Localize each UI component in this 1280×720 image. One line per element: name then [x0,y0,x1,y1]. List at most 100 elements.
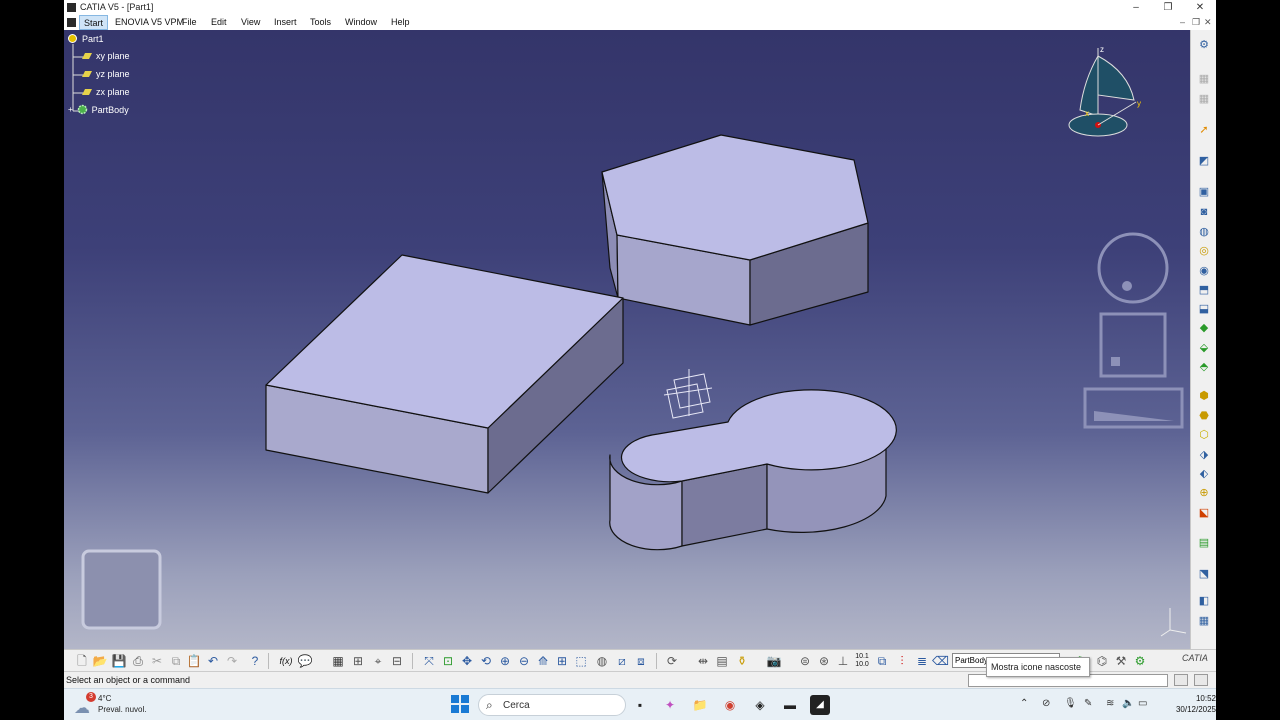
measure-between-icon[interactable]: ⊜ [797,653,813,669]
save-icon[interactable]: 💾 [111,653,127,669]
dimension-icon[interactable]: ⫶ [894,653,910,669]
cut-icon[interactable]: ✂ [149,653,165,669]
groove-icon[interactable]: ◎ [1197,244,1211,258]
thickness-icon[interactable]: ⬣ [1197,409,1211,423]
constraint-icon[interactable]: ⧉ [874,653,890,669]
copy-icon[interactable]: ⧉ [168,653,184,669]
maximize-button[interactable]: ❐ [1152,0,1184,15]
table-icon[interactable]: ▦ [330,653,346,669]
sketch-tools-icon[interactable]: ▤ [714,653,730,669]
rotate-view-icon[interactable]: ⟲ [478,653,494,669]
measure-item-icon[interactable]: ⊛ [816,653,832,669]
translate-icon[interactable]: ⬖ [1197,467,1211,481]
swap-space-icon[interactable]: ⧈ [633,653,649,669]
chrome-icon[interactable]: ◉ [720,695,740,715]
measure-inertia-icon[interactable]: ⊥ [835,653,851,669]
select-icon[interactable]: ➚ [1197,123,1211,137]
update-icon[interactable]: ⟳ [664,653,680,669]
tray-overflow-icon[interactable]: ⌃ [1020,698,1028,709]
rib-icon[interactable]: ⬒ [1197,283,1211,297]
shell-icon[interactable]: ⬢ [1197,389,1211,403]
apply-material-icon[interactable]: ⚱ [734,653,750,669]
task-view-icon[interactable]: ▪ [630,695,650,715]
draft-icon[interactable]: ⬘ [1197,360,1211,374]
menu-insert[interactable]: Insert [274,17,297,27]
print-icon[interactable]: ⎙ [130,653,146,669]
boolean-icon[interactable]: ◧ [1197,594,1211,608]
hexagon-prism[interactable] [601,134,869,326]
scale-icon[interactable]: ⬔ [1197,567,1211,581]
undo-icon[interactable]: ↶ [205,653,221,669]
scale-values-icon[interactable]: 10.1 10.0 [854,653,870,669]
specification-overview[interactable] [81,549,162,630]
hide-show-icon[interactable]: ⧄ [614,653,630,669]
isometric-view-icon[interactable]: ⬚ [573,653,589,669]
zoom-out-icon[interactable]: ⊖ [516,653,532,669]
catalog-icon[interactable]: ⊞ [350,653,366,669]
doc-minimize-button[interactable]: – [1180,17,1185,27]
view-controls[interactable] [1083,232,1184,429]
tools-icon[interactable]: ⚒ [1113,653,1129,669]
menu-file[interactable]: File [182,17,197,27]
menu-start[interactable]: Start [79,15,109,30]
formula-icon[interactable]: f(x) [278,653,294,669]
rotate-icon[interactable]: ⊕ [1197,486,1211,500]
sketch2-disabled-icon[interactable]: ▦ [1197,92,1211,106]
expand-icon[interactable]: + [68,105,73,114]
fillet-icon[interactable]: ◆ [1197,321,1211,335]
file-explorer-icon[interactable]: 📁 [690,695,710,715]
normal-view-icon[interactable]: ⟰ [535,653,551,669]
analysis-icon[interactable]: ⊟ [389,653,405,669]
redo-icon[interactable]: ↷ [224,653,240,669]
macro-icon[interactable]: ⌬ [1094,653,1110,669]
volume-icon[interactable]: 🔈 [1122,698,1134,709]
app-icon[interactable]: ◈ [750,695,770,715]
whats-this-icon[interactable]: ? [247,653,263,669]
minimize-button[interactable]: – [1120,0,1152,15]
close-button[interactable]: ✕ [1184,0,1216,15]
tree-item-zx-plane[interactable]: zx plane [82,87,130,97]
clock[interactable]: 10:52 30/12/2025 [1158,693,1216,715]
remove-face-icon[interactable]: ⬗ [1197,448,1211,462]
mirror-icon[interactable]: ⬕ [1197,506,1211,520]
catia-taskbar-icon[interactable]: ◢ [810,695,830,715]
battery-icon[interactable]: ▭ [1138,698,1147,709]
pocket-icon[interactable]: ◙ [1197,205,1211,219]
menu-edit[interactable]: Edit [211,17,227,27]
keyhole-extrusion[interactable] [609,389,897,551]
paste-icon[interactable]: 📋 [186,653,202,669]
axis-system-marker[interactable] [663,369,713,419]
rectangular-block[interactable] [265,254,624,494]
sketcher-icon[interactable]: ◩ [1197,154,1211,168]
hole-icon[interactable]: ◉ [1197,264,1211,278]
doc-close-button[interactable]: ✕ [1204,17,1212,28]
doc-restore-button[interactable]: ❐ [1192,17,1200,28]
settings-icon[interactable]: ⚙ [1197,38,1211,52]
menu-view[interactable]: View [241,17,260,27]
microphone-icon[interactable]: 🎙 [1064,698,1077,709]
chamfer-icon[interactable]: ⬙ [1197,341,1211,355]
wifi-icon[interactable]: ≋ [1106,698,1114,709]
photo-icon[interactable]: 📷 [766,653,782,669]
menu-enovia[interactable]: ENOVIA V5 VPM [115,17,184,27]
menu-window[interactable]: Window [345,17,377,27]
copilot-icon[interactable]: ✦ [660,695,680,715]
open-icon[interactable]: 📂 [92,653,108,669]
measure-icon[interactable]: ⌖ [370,653,386,669]
tree-item-yz-plane[interactable]: yz plane [82,69,130,79]
pen-icon[interactable]: ✎ [1084,698,1092,709]
tree-item-xy-plane[interactable]: xy plane [82,51,130,61]
sketch-disabled-icon[interactable]: ▦ [1197,72,1211,86]
multi-view-icon[interactable]: ⊞ [554,653,570,669]
thread-icon[interactable]: ⬡ [1197,428,1211,442]
windows-start-icon[interactable] [451,695,469,713]
tree-item-partbody[interactable]: + PartBody [68,104,129,115]
menu-help[interactable]: Help [391,17,410,27]
shaft-icon[interactable]: ◍ [1197,225,1211,239]
slot-icon[interactable]: ⬓ [1197,302,1211,316]
grid-icon[interactable]: ▦ [1197,614,1211,628]
fly-mode-icon[interactable]: ⤧ [421,653,437,669]
axis-system-icon[interactable]: ⇹ [695,653,711,669]
tray-icon-1[interactable]: ⊘ [1042,698,1050,709]
pad-icon[interactable]: ▣ [1197,185,1211,199]
